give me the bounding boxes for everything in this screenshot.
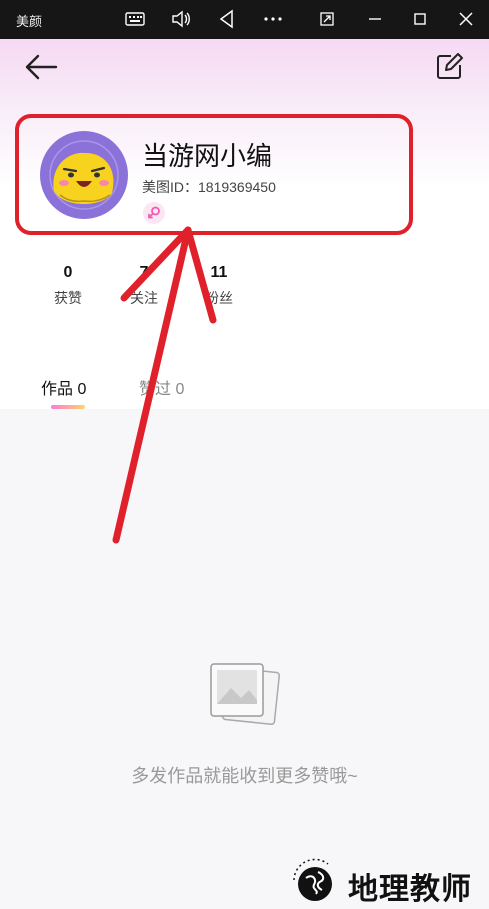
volume-icon[interactable] [170,8,192,30]
watermark-globe-logo [288,858,342,908]
app-title: 美颜 [16,14,43,29]
maximize-icon[interactable] [409,8,431,30]
window-titlebar: 美颜 [0,0,489,39]
empty-gallery-icon [205,660,283,728]
empty-state-message: 多发作品就能收到更多赞哦~ [131,766,358,786]
close-icon[interactable] [455,8,477,30]
stat-value: 11 [210,264,228,281]
stat-label: 关注 [130,290,158,306]
back-triangle-icon[interactable] [216,8,238,30]
edit-icon[interactable] [434,52,464,82]
stat-followers[interactable]: 11 粉丝 [203,264,235,308]
back-arrow-icon[interactable] [22,52,60,82]
restore-window-icon[interactable] [316,8,338,30]
stat-likes[interactable]: 0 获赞 [52,264,84,308]
stat-label: 粉丝 [205,290,233,306]
more-icon[interactable] [262,8,284,30]
highlight-box [15,114,413,235]
watermark-text: 地理教师 [348,872,472,907]
tab-liked[interactable]: 赞过 0 [139,375,184,399]
watermark: 地理教师 [288,858,484,908]
tab-works[interactable]: 作品 0 [41,375,86,399]
stat-value: 7 [139,264,149,281]
stat-following[interactable]: 7 关注 [128,264,160,308]
stat-label: 获赞 [54,290,82,306]
minimize-icon[interactable] [364,8,386,30]
stat-value: 0 [63,264,73,281]
keyboard-icon[interactable] [124,8,146,30]
active-tab-indicator [51,405,85,409]
